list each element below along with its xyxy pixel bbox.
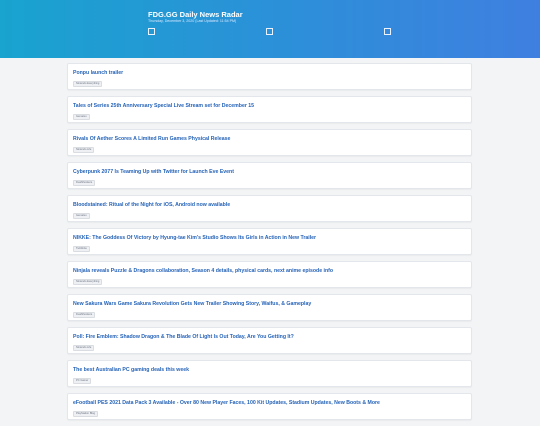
page-header: FDG.GG Daily News Radar Thursday, Decemb…	[0, 0, 540, 58]
news-title-link[interactable]: The best Australian PC gaming deals this…	[73, 367, 189, 373]
news-card[interactable]: Bloodstained: Ritual of the Night for iO…	[67, 195, 472, 222]
source-badge: Nintendo Life	[73, 147, 95, 153]
news-title-link[interactable]: eFootball PES 2021 Data Pack 3 Available…	[73, 400, 380, 406]
news-title-link[interactable]: Ninjala reveals Puzzle & Dragons collabo…	[73, 268, 333, 274]
news-title-link[interactable]: Ponpu launch trailer	[73, 70, 123, 76]
filter-checkbox-2[interactable]	[266, 28, 273, 35]
news-card[interactable]: Tales of Series 25th Anniversary Special…	[67, 96, 472, 123]
news-card[interactable]: Poll: Fire Emblem: Shadow Dragon & The B…	[67, 327, 472, 354]
source-badge: PlayStation Blog	[73, 411, 99, 417]
source-badge: DualShockers	[73, 180, 96, 186]
news-card[interactable]: Ponpu launch trailer Nintendo Everything	[67, 63, 472, 90]
site-title: FDG.GG Daily News Radar	[148, 10, 243, 19]
source-badge: DualShockers	[73, 312, 96, 318]
news-card[interactable]: The best Australian PC gaming deals this…	[67, 360, 472, 387]
news-card[interactable]: New Sakura Wars Game Sakura Revolution G…	[67, 294, 472, 321]
source-badge: Nintendo Everything	[73, 81, 103, 87]
news-title-link[interactable]: Cyberpunk 2077 Is Teaming Up with Twitte…	[73, 169, 234, 175]
source-badge: Gematsu	[73, 114, 90, 120]
source-badge: Gematsu	[73, 213, 90, 219]
news-title-link[interactable]: Rivals Of Aether Scores A Limited Run Ga…	[73, 136, 230, 142]
source-badge: Nintendo Life	[73, 345, 95, 351]
news-title-link[interactable]: Bloodstained: Ritual of the Night for iO…	[73, 202, 230, 208]
filter-checkbox-3[interactable]	[384, 28, 391, 35]
source-badge: Twinfinite	[73, 246, 90, 252]
news-title-link[interactable]: NIKKE: The Goddess Of Victory by Hyung-t…	[73, 235, 316, 241]
news-title-link[interactable]: Poll: Fire Emblem: Shadow Dragon & The B…	[73, 334, 294, 340]
news-card[interactable]: Cyberpunk 2077 Is Teaming Up with Twitte…	[67, 162, 472, 189]
news-card[interactable]: NIKKE: The Goddess Of Victory by Hyung-t…	[67, 228, 472, 255]
filter-checkbox-1[interactable]	[148, 28, 155, 35]
news-title-link[interactable]: New Sakura Wars Game Sakura Revolution G…	[73, 301, 311, 307]
source-badge: Nintendo Everything	[73, 279, 103, 285]
news-card[interactable]: Rivals Of Aether Scores A Limited Run Ga…	[67, 129, 472, 156]
news-list: Ponpu launch trailer Nintendo Everything…	[67, 63, 472, 426]
news-card[interactable]: eFootball PES 2021 Data Pack 3 Available…	[67, 393, 472, 420]
news-card[interactable]: Ninjala reveals Puzzle & Dragons collabo…	[67, 261, 472, 288]
last-updated-text: Thursday, December 3, 2020 (Last Updated…	[148, 19, 237, 23]
source-badge: PC Gamer	[73, 378, 92, 384]
news-title-link[interactable]: Tales of Series 25th Anniversary Special…	[73, 103, 254, 109]
